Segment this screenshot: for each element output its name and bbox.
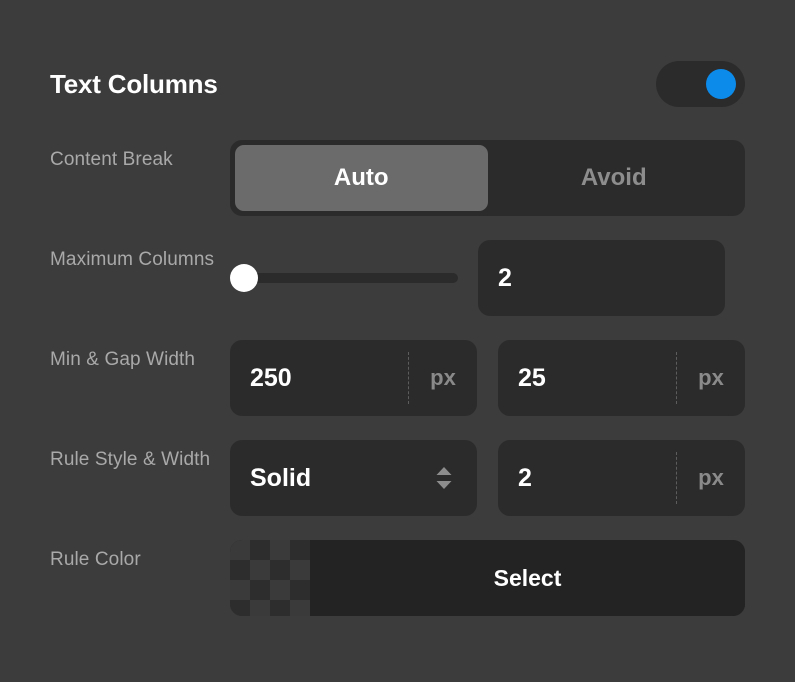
label-min-gap-width: Min & Gap Width (50, 349, 196, 370)
rule-width-field[interactable]: 2 px (498, 440, 745, 516)
rule-width-unit[interactable]: px (677, 465, 745, 491)
min-width-field[interactable]: 250 px (230, 340, 477, 416)
panel-header: Text Columns (50, 58, 745, 110)
field-divider (408, 352, 409, 404)
field-divider (676, 452, 677, 504)
row-rule-style-width: Rule Style & Width Solid 2 px (50, 440, 745, 516)
slider-track[interactable] (230, 273, 458, 283)
gap-width-field[interactable]: 25 px (498, 340, 745, 416)
text-columns-toggle[interactable] (656, 61, 745, 107)
content-break-controls: Auto Avoid (230, 140, 745, 216)
chevron-up-down-icon (433, 464, 455, 492)
label-rule-style-width: Rule Style & Width (50, 449, 211, 470)
maximum-columns-controls: 2 (230, 240, 745, 316)
text-columns-panel: Text Columns Content Break Auto Avoid Ma… (0, 0, 795, 682)
color-swatch-transparent[interactable] (230, 540, 310, 616)
rule-style-value: Solid (250, 463, 312, 492)
maximum-columns-slider[interactable] (230, 240, 478, 316)
content-break-segmented-control: Auto Avoid (230, 140, 745, 216)
rule-style-width-controls: Solid 2 px (230, 440, 745, 516)
row-min-gap-width: Min & Gap Width 250 px 25 px (50, 340, 745, 416)
min-gap-width-controls: 250 px 25 px (230, 340, 745, 416)
label-maximum-columns: Maximum Columns (50, 249, 215, 270)
rule-style-dropdown[interactable]: Solid (230, 440, 477, 516)
select-color-button[interactable]: Select (310, 540, 745, 616)
segment-avoid[interactable]: Avoid (488, 145, 741, 211)
min-width-value: 250 (250, 363, 292, 392)
gap-width-unit[interactable]: px (677, 365, 745, 391)
slider-thumb[interactable] (230, 264, 258, 292)
maximum-columns-value: 2 (498, 263, 512, 292)
gap-width-value: 25 (518, 363, 546, 392)
page-title: Text Columns (50, 69, 218, 99)
rule-color-picker: Select (230, 540, 745, 616)
field-divider (676, 352, 677, 404)
label-rule-color: Rule Color (50, 549, 141, 570)
row-content-break: Content Break Auto Avoid (50, 140, 745, 216)
segment-auto[interactable]: Auto (235, 145, 488, 211)
label-content-break: Content Break (50, 149, 173, 170)
toggle-knob (706, 69, 736, 99)
min-width-unit[interactable]: px (409, 365, 477, 391)
row-maximum-columns: Maximum Columns 2 (50, 240, 745, 316)
rule-color-controls: Select (230, 540, 745, 616)
rule-width-value: 2 (518, 463, 532, 492)
row-rule-color: Rule Color Select (50, 540, 745, 616)
maximum-columns-field[interactable]: 2 (478, 240, 725, 316)
